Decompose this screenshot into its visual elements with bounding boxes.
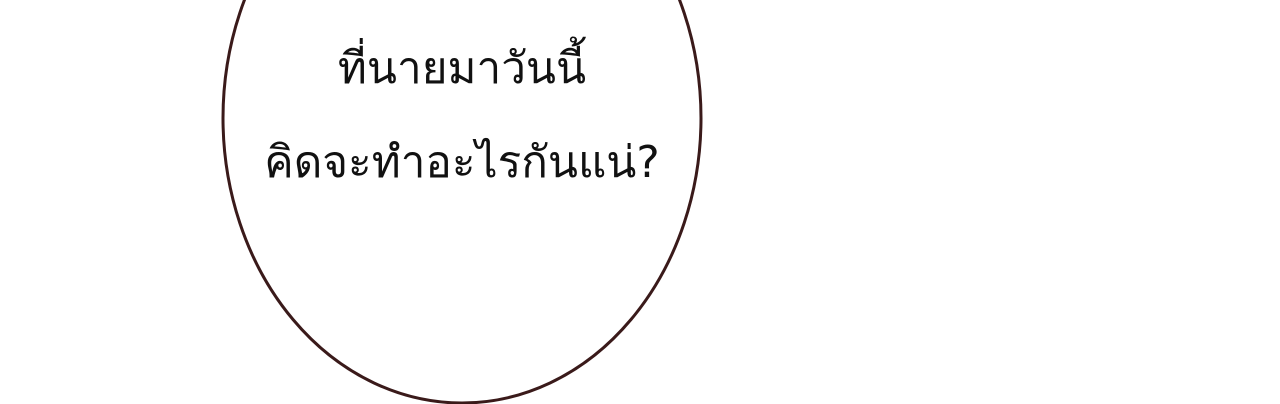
speech-line-1: ที่นายมาวันนี้ — [337, 43, 587, 94]
speech-line-2: คิดจะทำอะไรกันแน่? — [264, 137, 660, 188]
speech-bubble-text: ที่นายมาวันนี้ คิดจะทำอะไรกันแน่? — [232, 22, 692, 210]
comic-panel: ที่นายมาวันนี้ คิดจะทำอะไรกันแน่? — [0, 0, 1280, 404]
